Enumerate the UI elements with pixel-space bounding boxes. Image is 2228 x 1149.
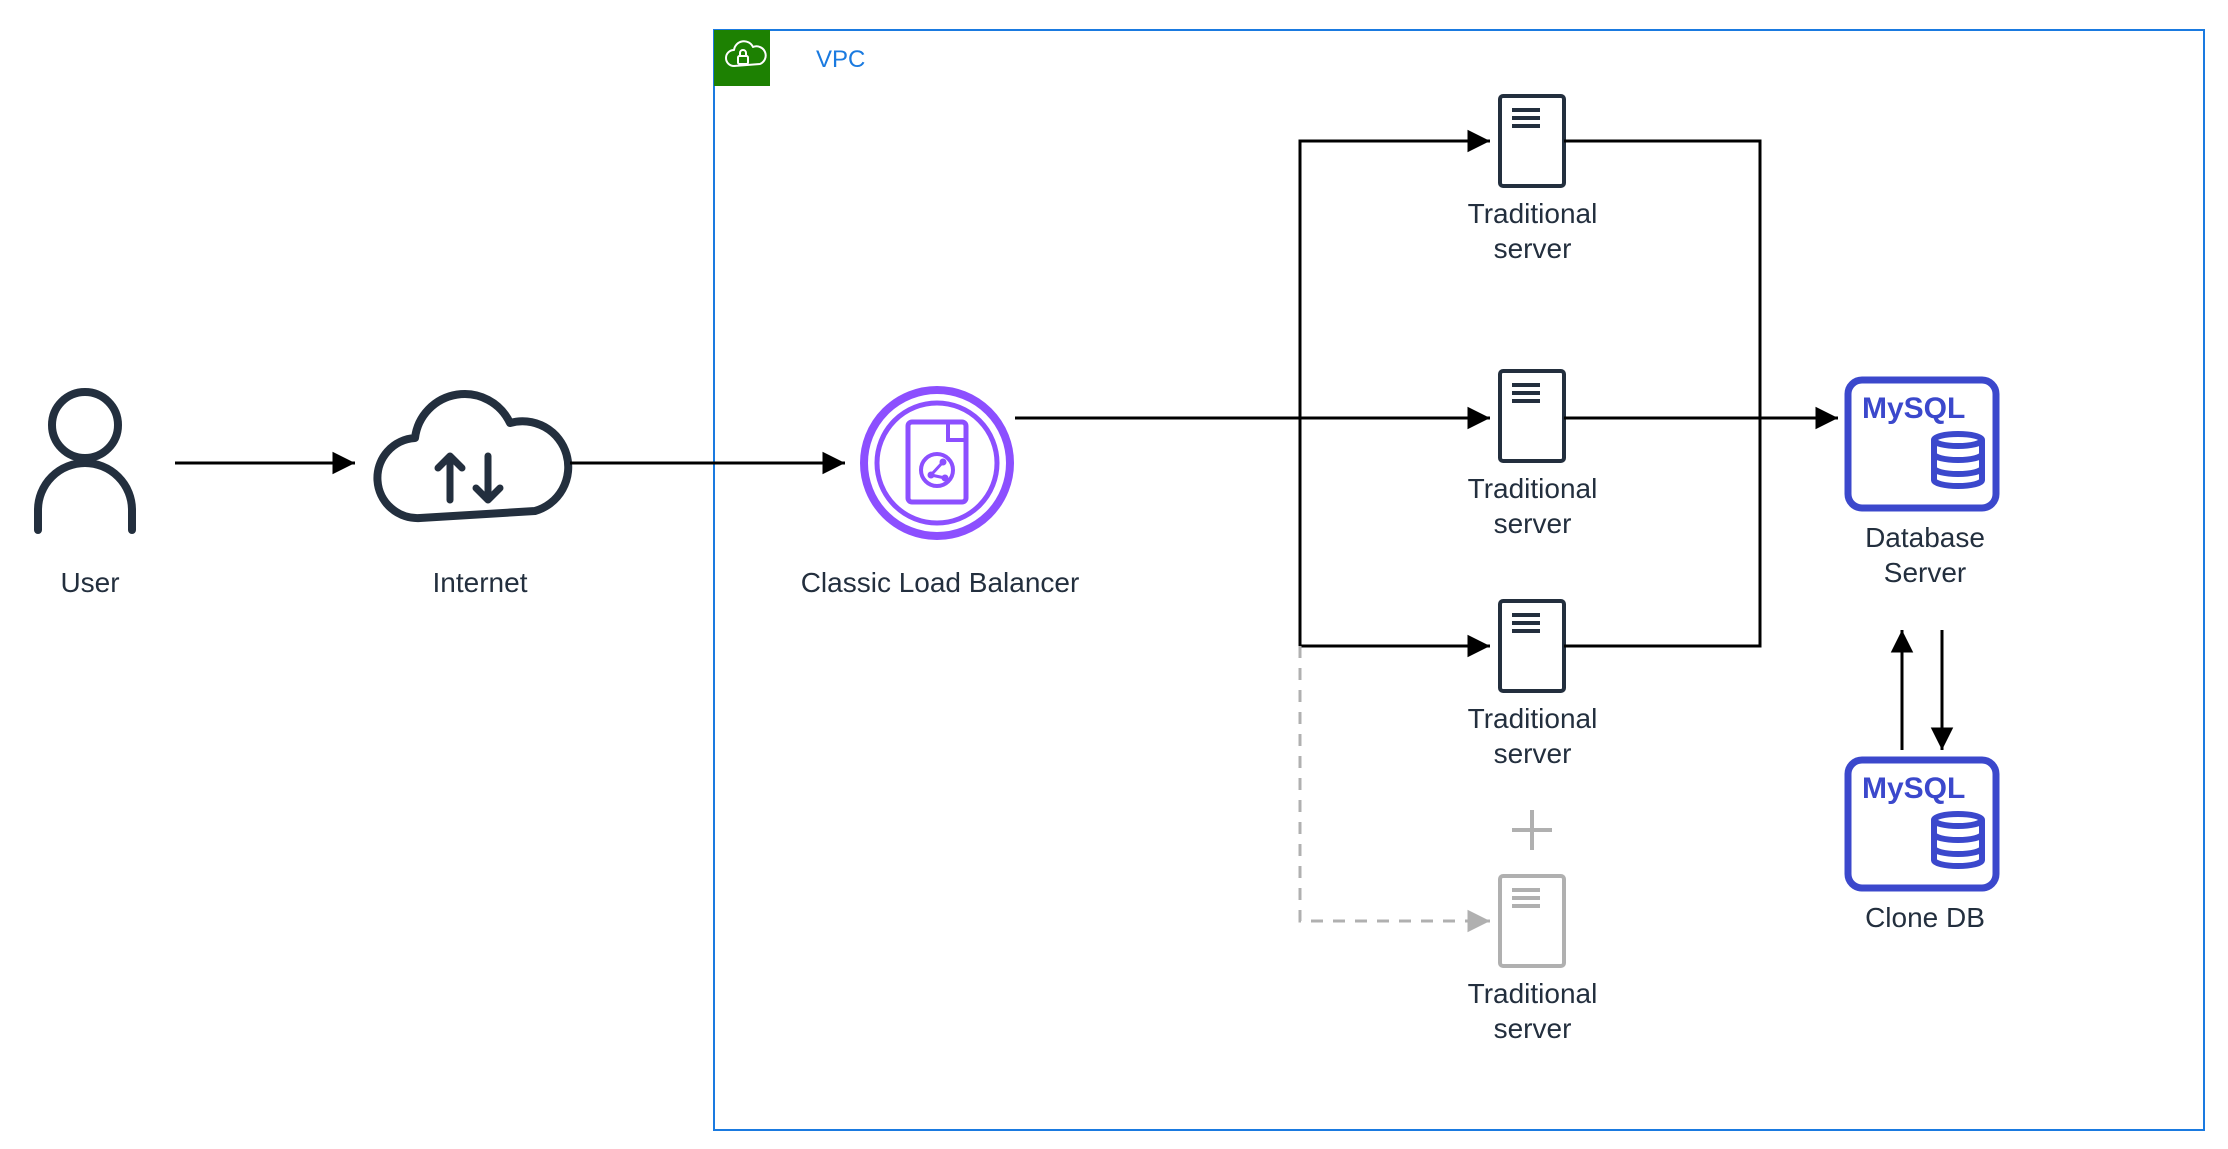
server-1-label: Traditional server: [1450, 196, 1615, 266]
server-icon-1: [1500, 96, 1564, 186]
mysql-primary-name: MySQL: [1862, 390, 1965, 428]
mysql-primary-label: Database Server: [1850, 520, 2000, 590]
user-label: User: [40, 565, 140, 600]
server-icon-4-ghost: [1500, 876, 1564, 966]
conn-s1-db: [1564, 141, 1760, 418]
mysql-clone-name: MySQL: [1862, 770, 1965, 808]
conn-lb-s4-ghost: [1300, 646, 1490, 921]
user-icon: [38, 392, 132, 530]
internet-icon: [377, 394, 568, 518]
mysql-clone-label: Clone DB: [1850, 900, 2000, 935]
diagram-canvas: VPC User Internet Classic Load Balancer …: [0, 0, 2228, 1149]
plus-icon: [1512, 810, 1552, 850]
server-3-label: Traditional server: [1450, 701, 1615, 771]
server-4-label: Traditional server: [1450, 976, 1615, 1046]
server-icon-2: [1500, 371, 1564, 461]
server-icon-3: [1500, 601, 1564, 691]
load-balancer-icon: [864, 390, 1010, 536]
load-balancer-label: Classic Load Balancer: [790, 565, 1090, 600]
internet-label: Internet: [400, 565, 560, 600]
vpc-label: VPC: [816, 46, 865, 74]
conn-lb-s1: [1300, 141, 1490, 418]
server-2-label: Traditional server: [1450, 471, 1615, 541]
vpc-badge: [714, 30, 770, 86]
